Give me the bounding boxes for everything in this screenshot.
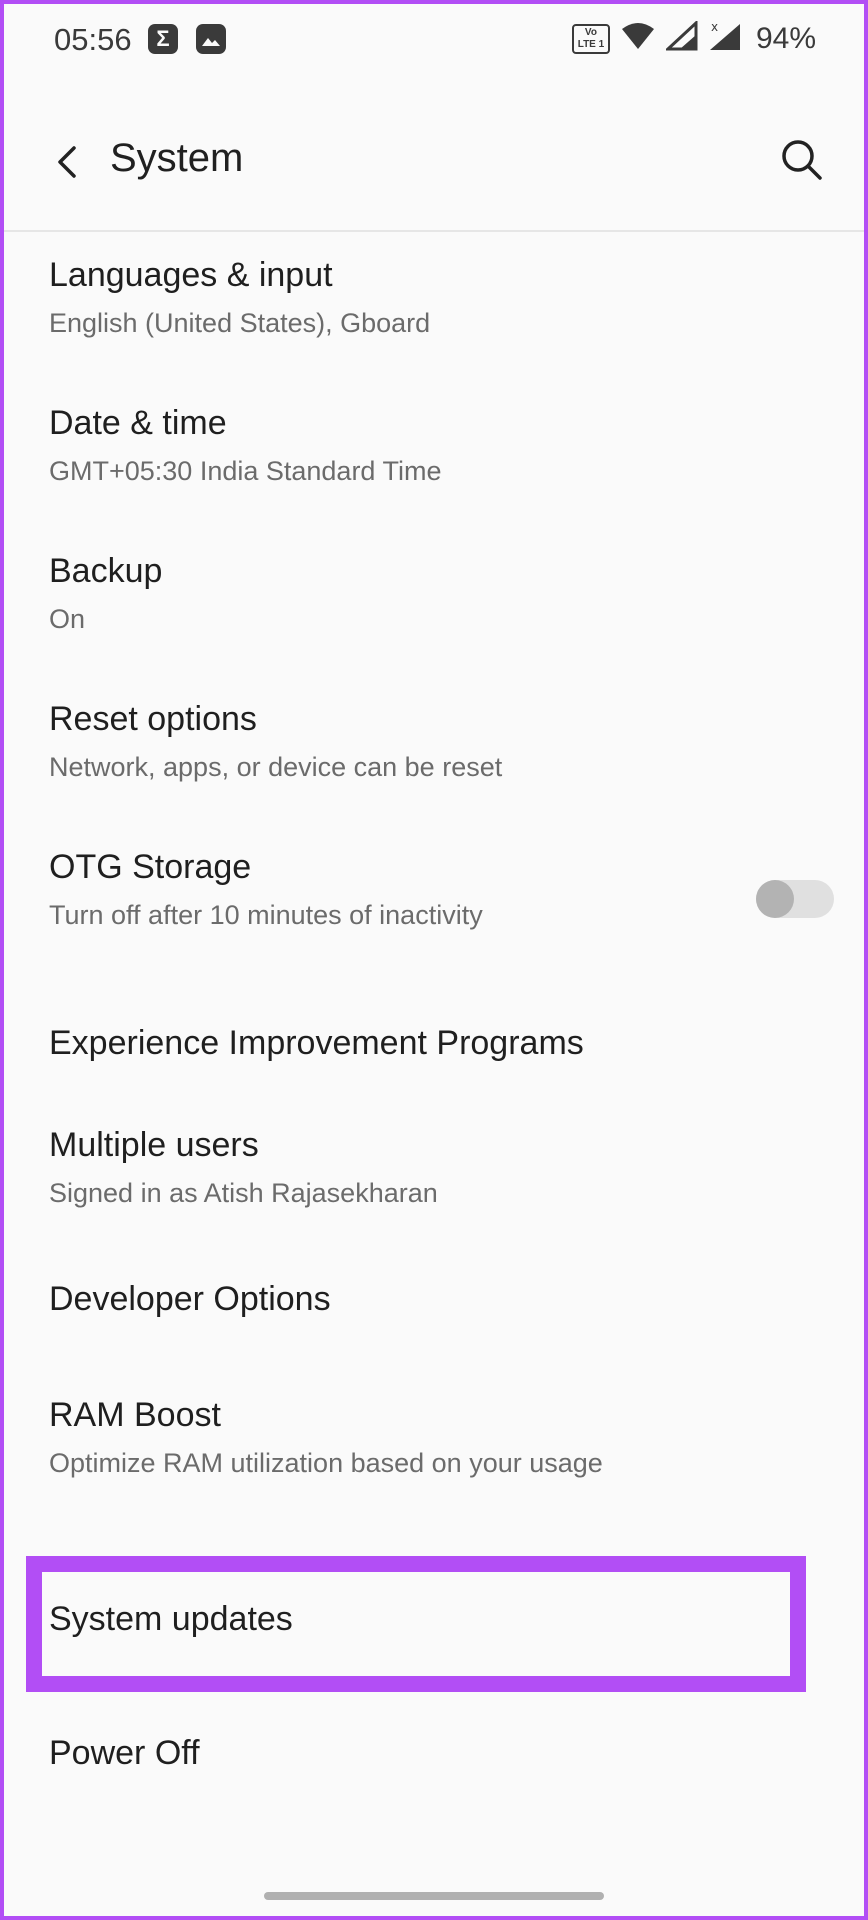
setting-subtitle: GMT+05:30 India Standard Time — [49, 456, 442, 486]
back-arrow-icon — [58, 146, 76, 178]
highlight-box — [26, 1556, 806, 1692]
signal-no-data-icon: x — [708, 20, 742, 57]
setting-subtitle: Optimize RAM utilization based on your u… — [49, 1448, 603, 1478]
setting-multiple-users[interactable]: Multiple users Signed in as Atish Rajase… — [0, 1106, 868, 1254]
setting-power-off[interactable]: Power Off — [0, 1692, 868, 1832]
setting-title: RAM Boost — [49, 1396, 221, 1434]
setting-backup[interactable]: Backup On — [0, 528, 868, 676]
setting-date-time[interactable]: Date & time GMT+05:30 India Standard Tim… — [0, 380, 868, 528]
gallery-icon — [196, 24, 226, 54]
battery-percentage: 94% — [755, 21, 816, 55]
wifi-icon — [620, 21, 656, 56]
search-icon — [782, 140, 822, 180]
setting-reset-options[interactable]: Reset options Network, apps, or device c… — [0, 676, 868, 824]
setting-title: Experience Improvement Programs — [49, 1024, 584, 1062]
volte-icon: Vo LTE 1 — [571, 23, 610, 54]
app-bar: System — [0, 100, 868, 232]
otg-storage-toggle[interactable] — [756, 880, 834, 918]
toggle-knob — [756, 880, 794, 918]
back-button[interactable] — [42, 132, 90, 192]
setting-title: Multiple users — [49, 1126, 259, 1164]
setting-developer-options[interactable]: Developer Options — [0, 1254, 868, 1376]
status-icons: Vo LTE 1 x 94% — [571, 19, 816, 57]
setting-title: Power Off — [49, 1734, 200, 1772]
setting-title: Backup — [49, 552, 163, 590]
status-bar: 05:56 Σ Vo LTE 1 x 94% — [0, 0, 868, 80]
setting-languages-input[interactable]: Languages & input English (United States… — [0, 232, 868, 380]
home-indicator[interactable] — [264, 1892, 604, 1900]
page-title: System — [110, 136, 244, 180]
setting-title: Reset options — [49, 700, 257, 738]
setting-subtitle: On — [49, 604, 86, 634]
setting-ram-boost[interactable]: RAM Boost Optimize RAM utilization based… — [0, 1376, 868, 1544]
search-button[interactable] — [772, 130, 832, 190]
setting-subtitle: English (United States), Gboard — [49, 308, 431, 338]
setting-otg-storage[interactable]: OTG Storage Turn off after 10 minutes of… — [0, 824, 868, 984]
signal-icon — [664, 19, 698, 56]
sigma-app-icon: Σ — [148, 24, 178, 54]
svg-text:x: x — [711, 20, 718, 34]
setting-subtitle: Turn off after 10 minutes of inactivity — [49, 900, 483, 930]
setting-title: Date & time — [49, 404, 227, 442]
setting-title: Developer Options — [49, 1280, 331, 1318]
setting-subtitle: Network, apps, or device can be reset — [49, 752, 503, 782]
setting-title: OTG Storage — [49, 848, 252, 886]
setting-subtitle: Signed in as Atish Rajasekharan — [49, 1178, 438, 1208]
setting-title: Languages & input — [49, 256, 333, 294]
status-time: 05:56 — [54, 22, 132, 57]
setting-experience-improvement[interactable]: Experience Improvement Programs — [0, 984, 868, 1106]
